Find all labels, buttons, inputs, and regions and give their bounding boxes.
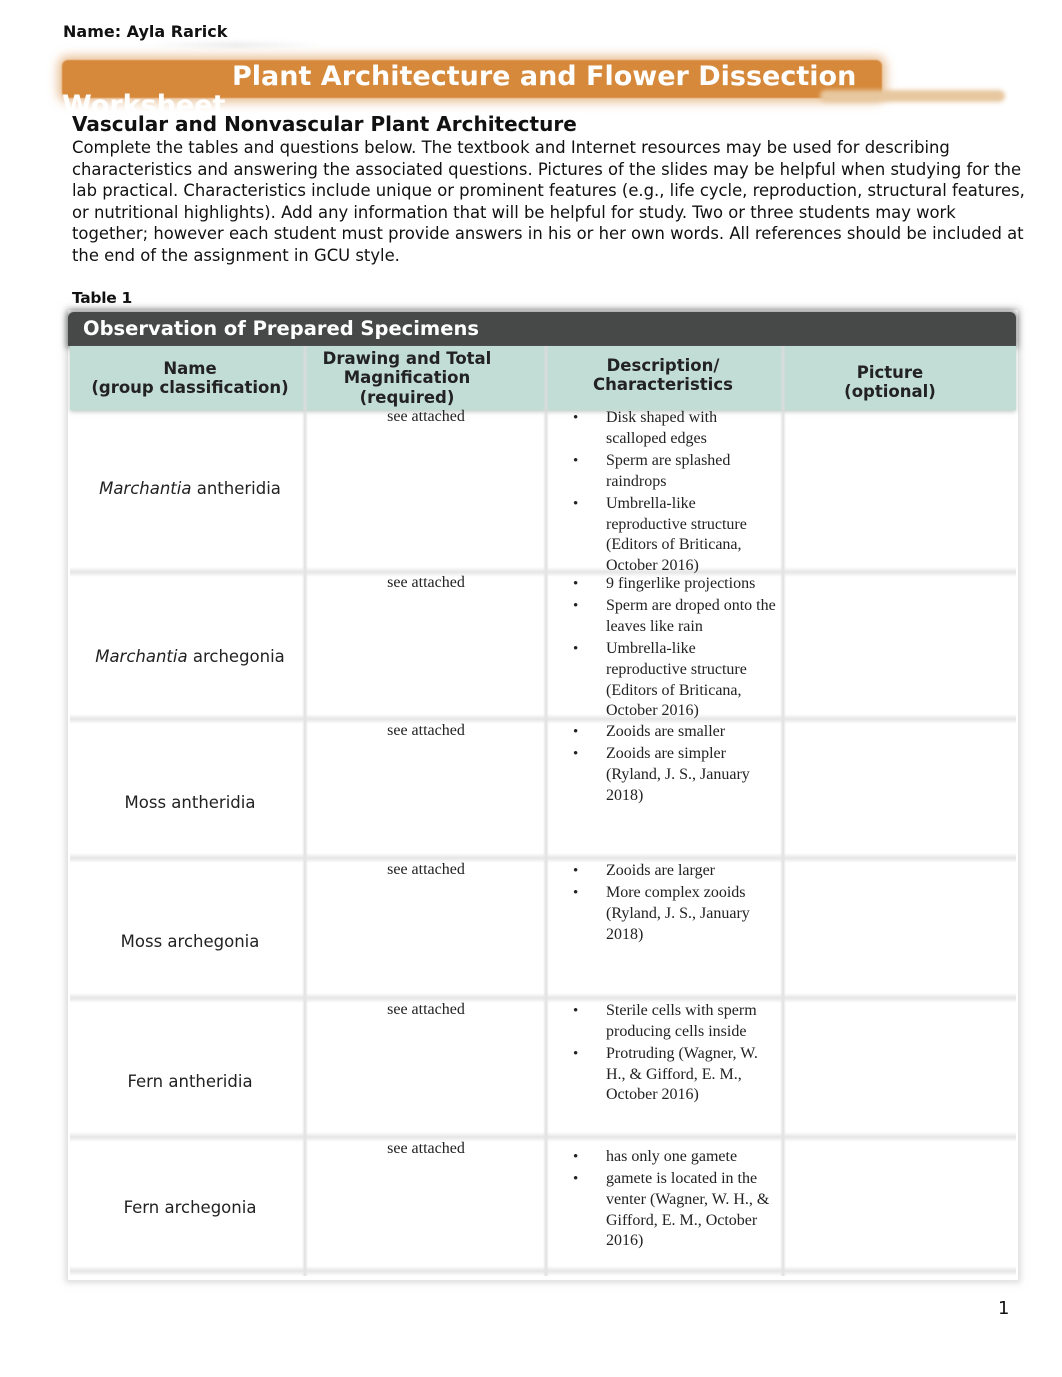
row-divider xyxy=(70,714,1016,724)
specimen-name: Marchantia archegonia xyxy=(95,647,285,666)
characteristic-item: Sperm are droped onto the leaves like ra… xyxy=(565,596,780,637)
specimen-name: Marchantia antheridia xyxy=(99,479,281,498)
student-name: Name: Ayla Rarick xyxy=(63,22,228,41)
characteristic-item: Sterile cells with sperm producing cells… xyxy=(565,1001,780,1042)
characteristic-item: Sperm are splashed raindrops xyxy=(565,451,780,492)
characteristics-list: has only one gamete gamete is located in… xyxy=(565,1147,780,1254)
characteristics-list: 9 fingerlike projections Sperm are drope… xyxy=(565,574,780,723)
table-title: Observation of Prepared Specimens xyxy=(83,317,479,340)
characteristic-item: Protruding (Wagner, W. H., & Gifford, E.… xyxy=(565,1044,780,1106)
row-divider xyxy=(70,567,1016,577)
characteristic-item: 9 fingerlike projections xyxy=(565,574,780,595)
characteristic-item: gamete is located in the venter (Wagner,… xyxy=(565,1169,780,1252)
drawing-note: see attached xyxy=(387,1140,465,1157)
drawing-note: see attached xyxy=(387,1001,465,1018)
worksheet-title: Plant Architecture and Flower Dissection xyxy=(232,61,857,92)
name-underline-decoration xyxy=(150,42,320,48)
characteristic-item: Umbrella-like reproductive structure (Ed… xyxy=(565,639,780,722)
column-header-picture: Picture (optional) xyxy=(844,362,936,402)
section-heading: Vascular and Nonvascular Plant Architect… xyxy=(72,112,581,136)
characteristics-list: Zooids are larger More complex zooids (R… xyxy=(565,861,780,947)
table-label: Table 1 xyxy=(72,289,133,307)
row-divider xyxy=(70,993,1016,1003)
characteristic-item: Zooids are simpler (Ryland, J. S., Janua… xyxy=(565,744,780,806)
drawing-note: see attached xyxy=(387,861,465,878)
worksheet-title-continued: Worksheet xyxy=(62,91,226,111)
drawing-note: see attached xyxy=(387,574,465,591)
characteristic-item: Zooids are larger xyxy=(565,861,780,882)
characteristics-list: Disk shaped with scalloped edges Sperm a… xyxy=(565,408,780,578)
specimen-name: Fern archegonia xyxy=(123,1198,257,1217)
characteristics-list: Sterile cells with sperm producing cells… xyxy=(565,1001,780,1108)
row-divider xyxy=(70,1266,1016,1276)
characteristics-list: Zooids are smaller Zooids are simpler (R… xyxy=(565,722,780,808)
row-divider xyxy=(70,1132,1016,1142)
characteristic-item: Disk shaped with scalloped edges xyxy=(565,408,780,449)
instructions-paragraph: Complete the tables and questions below.… xyxy=(72,138,1025,265)
page-number: 1 xyxy=(998,1298,1010,1319)
specimen-name: Fern antheridia xyxy=(127,1072,253,1091)
column-header-drawing: Drawing and Total Magnification (required) xyxy=(322,348,492,407)
characteristic-item: More complex zooids (Ryland, J. S., Janu… xyxy=(565,883,780,945)
drawing-note: see attached xyxy=(387,722,465,739)
drawing-note: see attached xyxy=(387,408,465,425)
characteristic-item: Umbrella-like reproductive structure (Ed… xyxy=(565,494,780,577)
characteristic-item: Zooids are smaller xyxy=(565,722,780,743)
characteristic-item: has only one gamete xyxy=(565,1147,780,1168)
row-divider xyxy=(70,853,1016,863)
specimen-name: Moss antheridia xyxy=(124,793,256,812)
column-header-description: Description/Characteristics xyxy=(593,355,733,395)
column-header-name: Name (group classification) xyxy=(91,358,289,398)
specimen-name: Moss archegonia xyxy=(120,932,260,951)
